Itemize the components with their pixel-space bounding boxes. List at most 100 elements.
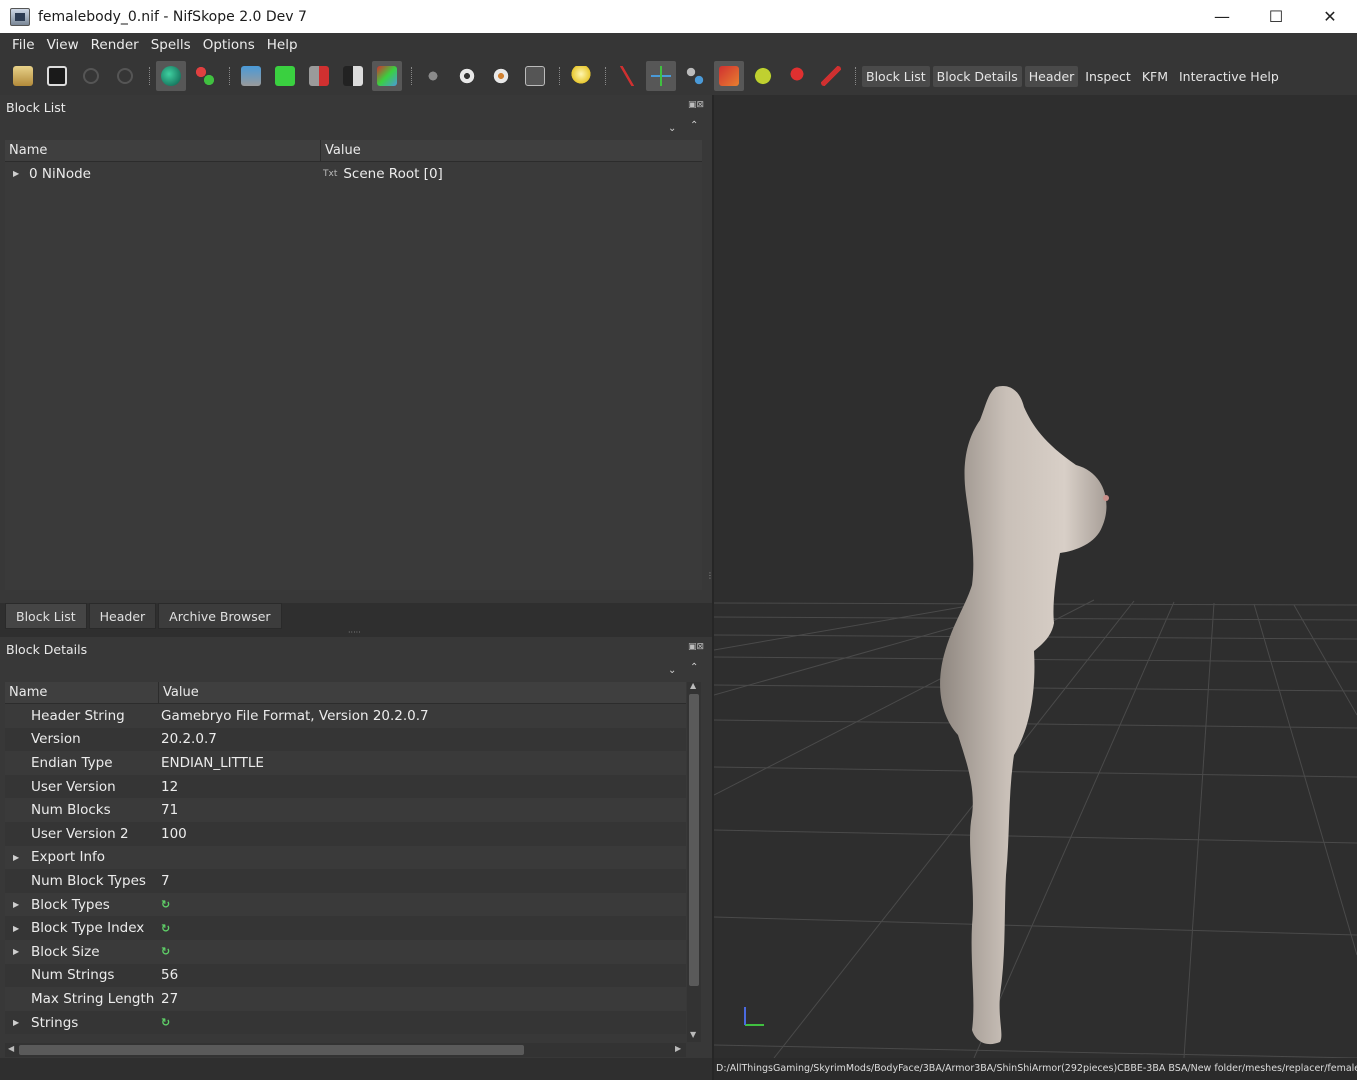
tab-block-list[interactable]: Block List: [5, 603, 87, 629]
menu-file[interactable]: File: [6, 37, 41, 53]
toolbar-interactive-help-button[interactable]: Interactive Help: [1175, 66, 1283, 87]
expand-arrow-icon[interactable]: ▶: [5, 1018, 23, 1027]
row-name: Strings: [31, 1014, 79, 1031]
table-row[interactable]: ▶ Block Type Index ↻: [5, 916, 686, 940]
block-value: Scene Root [0]: [343, 165, 443, 182]
details-vertical-scrollbar[interactable]: ▲ ▼: [687, 681, 701, 1042]
table-row[interactable]: Version 20.2.0.7: [5, 727, 686, 752]
table-row[interactable]: ▶ Export Info: [5, 846, 686, 870]
select-object-icon[interactable]: [156, 61, 186, 91]
scroll-up-icon[interactable]: ▲: [690, 681, 696, 690]
text-type-icon: Txt: [323, 168, 338, 179]
show-furniture-icon[interactable]: [748, 61, 778, 91]
collapse-up-icon[interactable]: ⌃: [690, 120, 698, 131]
close-button[interactable]: ✕: [1303, 0, 1357, 33]
tree-row[interactable]: ▶ 0 NiNode Txt Scene Root [0]: [5, 162, 702, 186]
toolbar-block-list-button[interactable]: Block List: [862, 65, 930, 87]
table-row[interactable]: Num Blocks 71: [5, 798, 686, 822]
block-list-tree: Name Value ▶ 0 NiNode Txt Scene Root [0]: [5, 140, 702, 590]
table-row[interactable]: ▶ Block Size ↻: [5, 940, 686, 964]
undo-icon[interactable]: [76, 61, 106, 91]
expand-arrow-icon[interactable]: ▶: [5, 947, 23, 956]
disable-shading-icon[interactable]: [816, 61, 846, 91]
view-perspective-icon[interactable]: [372, 61, 402, 91]
lighting-bulb-icon[interactable]: [566, 61, 596, 91]
menu-render[interactable]: Render: [85, 37, 145, 53]
show-havok-icon[interactable]: [714, 61, 744, 91]
column-value[interactable]: Value: [159, 682, 686, 703]
maximize-button[interactable]: ☐: [1249, 0, 1303, 33]
view-side-icon[interactable]: [304, 61, 334, 91]
scroll-left-icon[interactable]: ◀: [8, 1044, 14, 1053]
table-row[interactable]: Num Strings 56: [5, 963, 686, 988]
expand-arrow-icon[interactable]: ▶: [5, 853, 23, 862]
menu-bar: File View Render Spells Options Help: [0, 33, 1357, 57]
panel-float-close-icons[interactable]: ▣⊠: [688, 642, 704, 652]
show-axes-icon[interactable]: [646, 61, 676, 91]
expand-arrow-icon[interactable]: ▶: [5, 169, 23, 178]
ground-grid: [714, 597, 1357, 1058]
redo-icon[interactable]: [110, 61, 140, 91]
menu-view[interactable]: View: [41, 37, 85, 53]
row-value: 12: [161, 778, 179, 795]
toolbar-separator: [605, 67, 607, 85]
minimize-button[interactable]: —: [1195, 0, 1249, 33]
menu-help[interactable]: Help: [261, 37, 304, 53]
row-name: Export Info: [31, 849, 106, 866]
row-name-cell: ▶ Strings: [5, 1015, 159, 1031]
table-row[interactable]: Num Block Types 7: [5, 869, 686, 893]
collapse-up-icon[interactable]: ⌃: [690, 662, 698, 673]
tab-archive-browser[interactable]: Archive Browser: [158, 603, 282, 629]
expand-arrow-icon[interactable]: ▶: [5, 900, 23, 909]
details-horizontal-scrollbar[interactable]: ◀ ▶: [5, 1043, 686, 1057]
window-controls: — ☐ ✕: [1195, 0, 1357, 33]
menu-spells[interactable]: Spells: [145, 37, 197, 53]
panel-float-close-icons[interactable]: ▣⊠: [688, 100, 704, 110]
table-row[interactable]: ▶ Block Types ↻: [5, 893, 686, 917]
view-front-icon[interactable]: [270, 61, 300, 91]
toolbar-kfm-button[interactable]: KFM: [1138, 66, 1172, 87]
screenshot-camera-icon[interactable]: [520, 61, 550, 91]
toolbar-header-button[interactable]: Header: [1024, 65, 1079, 87]
splitter-handle-icon[interactable]: ·····: [348, 628, 361, 637]
show-constraints-icon[interactable]: [680, 61, 710, 91]
block-details-panel: Block Details ▣⊠ ⌄ ⌃ Name Value Header S…: [0, 637, 712, 1058]
toolbar-inspect-button[interactable]: Inspect: [1081, 66, 1135, 87]
table-row[interactable]: Header String Gamebryo File Format, Versi…: [5, 704, 686, 728]
collapse-down-icon[interactable]: ⌄: [668, 123, 676, 134]
scroll-down-icon[interactable]: ▼: [690, 1030, 696, 1039]
table-row[interactable]: User Version 2 100: [5, 821, 686, 846]
row-value-cell: Gamebryo File Format, Version 20.2.0.7: [159, 708, 686, 724]
walk-mode-icon[interactable]: [418, 61, 448, 91]
nifskope-app-icon: [10, 7, 30, 26]
render-viewport[interactable]: [714, 95, 1357, 1058]
horizontal-scroll-thumb[interactable]: [19, 1045, 524, 1055]
column-value[interactable]: Value: [321, 140, 702, 161]
collapse-down-icon[interactable]: ⌄: [668, 665, 676, 676]
select-vertex-icon[interactable]: [190, 61, 220, 91]
view-top-icon[interactable]: [236, 61, 266, 91]
vertical-scroll-thumb[interactable]: [689, 694, 699, 986]
row-value: 100: [161, 825, 187, 842]
show-markers-icon[interactable]: [782, 61, 812, 91]
menu-options[interactable]: Options: [197, 37, 261, 53]
show-visible-icon[interactable]: [486, 61, 516, 91]
link-array-icon: ↻: [161, 898, 171, 912]
view-user-icon[interactable]: [338, 61, 368, 91]
row-value-cell: ↻: [159, 945, 686, 958]
show-hidden-icon[interactable]: [452, 61, 482, 91]
table-row[interactable]: Max String Length 27: [5, 987, 686, 1011]
save-file-icon[interactable]: [42, 61, 72, 91]
show-nodes-icon[interactable]: [612, 61, 642, 91]
table-row[interactable]: ▶ Strings ↻: [5, 1010, 686, 1034]
tab-header[interactable]: Header: [88, 603, 157, 629]
toolbar-block-details-button[interactable]: Block Details: [932, 65, 1022, 87]
table-row[interactable]: User Version 12: [5, 774, 686, 799]
column-name[interactable]: Name: [5, 140, 321, 161]
scroll-right-icon[interactable]: ▶: [675, 1044, 681, 1053]
block-details-title: Block Details: [6, 642, 88, 657]
expand-arrow-icon[interactable]: ▶: [5, 924, 23, 933]
table-row[interactable]: Endian Type ENDIAN_LITTLE: [5, 751, 686, 775]
column-name[interactable]: Name: [5, 682, 159, 703]
open-file-icon[interactable]: [8, 61, 38, 91]
